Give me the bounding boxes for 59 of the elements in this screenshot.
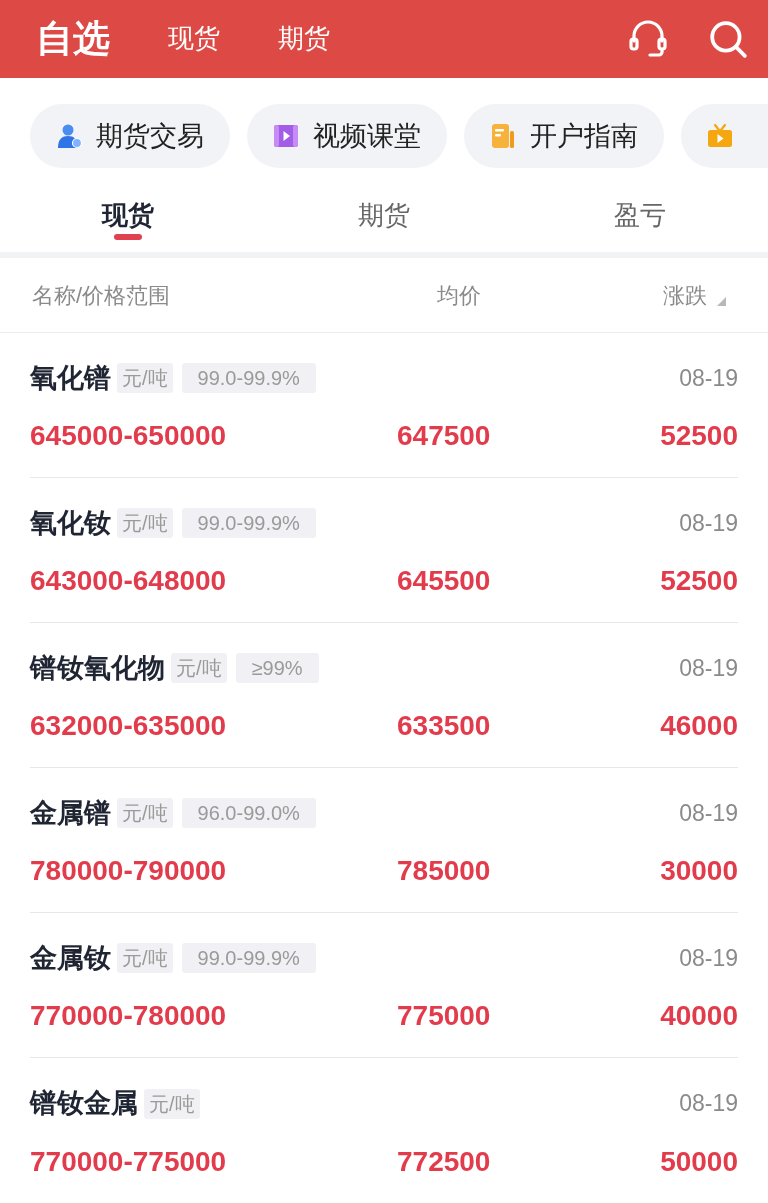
price-date: 08-19 [679,943,738,973]
purity-tag: 99.0-99.9% [181,363,316,393]
headset-icon[interactable] [628,19,668,59]
video-icon [273,123,299,149]
price-date: 08-19 [679,363,738,393]
product-name: 镨钕氧化物 [30,651,165,685]
price-change: 46000 [660,710,738,741]
price-date: 08-19 [679,653,738,683]
price-range: 770000-775000 [30,1145,227,1177]
price-change: 52500 [660,565,738,596]
unit-tag: 元/吨 [171,653,227,683]
search-icon[interactable] [708,19,748,59]
unit-tag: 元/吨 [117,508,173,538]
product-name: 金属镨 [30,796,111,830]
price-change: 30000 [660,855,738,886]
product-name: 镨钕金属 [30,1087,138,1121]
category-tab[interactable]: 盈亏 [512,178,768,252]
tv-icon [707,123,733,149]
average-price: 633500 [397,710,491,741]
shortcut-chip[interactable]: 期货交易 [30,104,230,168]
header-tab[interactable]: 自选 [36,16,110,62]
price-range: 632000-635000 [30,710,227,741]
price-date: 08-19 [679,508,738,538]
header-tab[interactable]: 期货 [278,23,330,55]
price-date: 08-19 [679,1089,738,1119]
average-price: 647500 [397,420,491,451]
unit-tag: 元/吨 [117,943,173,973]
average-price: 645500 [397,565,491,596]
average-price: 775000 [397,1000,491,1031]
header-tab[interactable]: 现货 [168,23,220,55]
price-range: 780000-790000 [30,855,227,886]
category-tab[interactable]: 现货 [0,178,256,252]
column-header: 名称/价格范围 [32,282,171,308]
document-icon [490,123,516,149]
purity-tag: 99.0-99.9% [181,508,316,538]
purity-tag: 99.0-99.9% [181,943,316,973]
shortcut-chip[interactable]: 开户指南 [464,104,664,168]
average-price: 785000 [397,855,491,886]
column-header: 均价 [437,282,481,308]
price-range: 645000-650000 [30,420,227,451]
unit-tag: 元/吨 [117,798,173,828]
product-name: 金属钕 [30,941,111,975]
person-icon [56,123,82,149]
price-date: 08-19 [679,798,738,828]
price-change: 50000 [660,1145,738,1177]
purity-tag: 96.0-99.0% [181,798,316,828]
price-range: 643000-648000 [30,565,227,596]
product-name: 氧化钕 [30,506,111,540]
price-range: 770000-780000 [30,1000,227,1031]
shortcut-chip[interactable]: 视频课堂 [247,104,447,168]
purity-tag: ≥99% [235,653,319,683]
product-name: 氧化镨 [30,361,111,395]
unit-tag: 元/吨 [117,363,173,393]
price-change: 52500 [660,420,738,451]
category-tab[interactable]: 期货 [256,178,512,252]
average-price: 772500 [397,1145,491,1177]
unit-tag: 元/吨 [144,1088,200,1119]
column-header[interactable]: 涨跌 [663,278,707,312]
price-change: 40000 [660,1000,738,1031]
